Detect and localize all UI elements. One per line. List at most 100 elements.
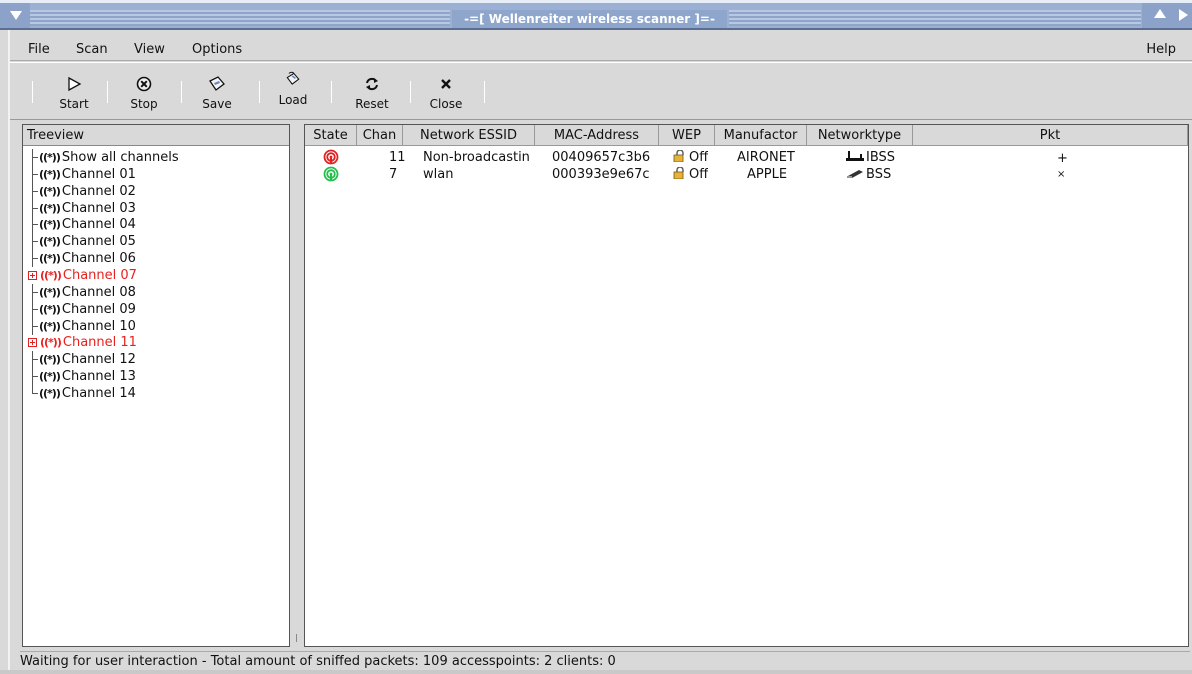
antenna-icon: ((*)) <box>39 184 61 198</box>
save-label: Save <box>202 97 232 111</box>
cell-essid: Non-broadcastin <box>423 150 530 165</box>
antenna-icon: ((*)) <box>39 151 61 164</box>
open-folder-icon <box>286 71 300 85</box>
col-header-mac[interactable]: MAC-Address <box>535 125 659 146</box>
tree-item-channel[interactable]: ((*)) Channel 01 <box>27 165 136 183</box>
lock-icon <box>673 167 684 179</box>
start-button[interactable]: Start <box>44 69 104 119</box>
menu-view[interactable]: View <box>134 42 165 57</box>
status-bar: Waiting for user interaction - Total amo… <box>20 651 1190 670</box>
pane-splitter[interactable] <box>293 124 303 647</box>
tree-item-channel[interactable]: ((*)) Channel 12 <box>27 351 136 369</box>
tree-item-channel[interactable]: ((*)) Channel 14 <box>27 384 136 402</box>
maximize-icon[interactable] <box>1154 9 1166 18</box>
cell-wep: Off <box>673 166 708 183</box>
menu-help[interactable]: Help <box>1146 42 1176 57</box>
save-button[interactable]: Save <box>190 69 244 119</box>
tree-item-channel[interactable]: ((*)) Channel 09 <box>27 300 136 318</box>
tree-item-channel[interactable]: ((*)) Channel 06 <box>27 250 136 268</box>
col-header-manufactor[interactable]: Manufactor <box>715 125 807 146</box>
start-label: Start <box>59 97 89 111</box>
tree-line <box>27 300 39 318</box>
tree-line <box>27 368 39 386</box>
cell-pkt: × <box>1057 169 1066 180</box>
networktype-label: BSS <box>866 167 892 182</box>
adhoc-network-icon <box>846 151 864 161</box>
tree-item-label: Channel 02 <box>61 183 136 199</box>
tree-item-label: Channel 08 <box>61 284 136 300</box>
tree-line <box>27 384 39 402</box>
toolbar-separator <box>259 81 260 103</box>
antenna-icon: ((*)) <box>39 319 61 333</box>
reset-button[interactable]: Reset <box>344 69 400 119</box>
tree-line <box>27 199 39 217</box>
tree-item-channel[interactable]: ((*)) Show all channels <box>27 149 179 166</box>
tree-item-label: Channel 05 <box>61 234 136 250</box>
tree-line <box>27 182 39 200</box>
toolbar-separator <box>484 81 485 103</box>
tree-item-label: Channel 03 <box>61 200 136 216</box>
antenna-icon: ((*)) <box>39 370 61 384</box>
title-bar-stripes-right <box>729 10 1141 26</box>
load-button[interactable]: Load <box>266 65 320 115</box>
window-controls[interactable] <box>1142 3 1192 28</box>
close-icon <box>441 79 451 89</box>
col-header-wep[interactable]: WEP <box>659 125 715 146</box>
tree-item-label: Channel 07 <box>62 267 137 283</box>
col-header-essid[interactable]: Network ESSID <box>403 125 535 146</box>
tree-item-channel[interactable]: ((*)) Channel 07 <box>27 267 137 284</box>
tree-item-channel[interactable]: ((*)) Channel 03 <box>27 199 136 217</box>
cell-networktype: BSS <box>845 166 891 183</box>
col-header-chan[interactable]: Chan <box>357 125 403 146</box>
menu-file[interactable]: File <box>28 42 50 57</box>
cell-chan: 11 <box>389 150 406 165</box>
toolbar-separator <box>331 81 332 103</box>
antenna-icon: ((*)) <box>39 201 61 215</box>
window-menu-button[interactable] <box>0 3 30 28</box>
col-header-state[interactable]: State <box>305 125 357 146</box>
expand-icon[interactable] <box>28 338 37 348</box>
tree-item-channel[interactable]: ((*)) Channel 13 <box>27 368 136 386</box>
tree-item-label: Channel 10 <box>61 318 136 334</box>
toolbar-separator <box>32 81 33 103</box>
tree-item-label: Channel 14 <box>61 385 136 401</box>
refresh-icon <box>366 77 378 91</box>
stop-button[interactable]: Stop <box>118 69 170 119</box>
tree-item-channel[interactable]: ((*)) Channel 08 <box>27 283 136 301</box>
tree-item-channel[interactable]: ((*)) Channel 02 <box>27 182 136 200</box>
load-label: Load <box>278 93 308 107</box>
close-label: Close <box>429 97 463 111</box>
treeview-header[interactable]: Treeview <box>23 125 289 146</box>
menu-scan[interactable]: Scan <box>76 42 108 57</box>
close-button[interactable]: Close <box>420 69 472 119</box>
window-bottom-edge <box>0 670 1192 674</box>
networktype-label: IBSS <box>866 150 896 165</box>
toolbar-separator <box>410 81 411 103</box>
networks-table[interactable]: State Chan Network ESSID MAC-Address WEP… <box>304 124 1189 647</box>
tree-item-label: Channel 09 <box>61 301 136 317</box>
wep-status: Off <box>689 167 709 182</box>
tree-item-channel[interactable]: ((*)) Channel 05 <box>27 233 136 251</box>
expand-icon[interactable] <box>28 270 37 280</box>
shade-icon[interactable] <box>1179 9 1188 21</box>
col-header-pkt[interactable]: Pkt <box>913 125 1188 146</box>
tree-line <box>27 351 39 369</box>
menu-options[interactable]: Options <box>192 42 242 57</box>
stop-icon <box>136 76 152 92</box>
cell-mac: 00409657c3b6 <box>552 150 651 165</box>
tree-line <box>27 149 39 166</box>
antenna-icon: ((*)) <box>39 285 61 299</box>
reset-label: Reset <box>355 97 389 111</box>
tree-item-channel[interactable]: ((*)) Channel 10 <box>27 317 136 335</box>
splitter-grip[interactable] <box>296 634 300 642</box>
antenna-icon: ((*)) <box>39 218 61 232</box>
treeview-panel[interactable]: Treeview ((*)) Show all channels ((*)) Chan… <box>22 124 290 647</box>
tree-item-channel[interactable]: ((*)) Channel 04 <box>27 216 136 234</box>
tree-item-channel[interactable]: ((*)) Channel 11 <box>27 334 137 351</box>
antenna-icon: ((*)) <box>39 252 61 266</box>
toolbar: Start Stop Save Load Reset Close <box>10 62 1192 120</box>
title-bar[interactable]: -=[ Wellenreiter wireless scanner ]=- <box>0 0 1192 30</box>
wep-status: Off <box>689 150 709 165</box>
col-header-networktype[interactable]: Networktype <box>807 125 913 146</box>
tree-item-label: Channel 11 <box>62 335 137 351</box>
